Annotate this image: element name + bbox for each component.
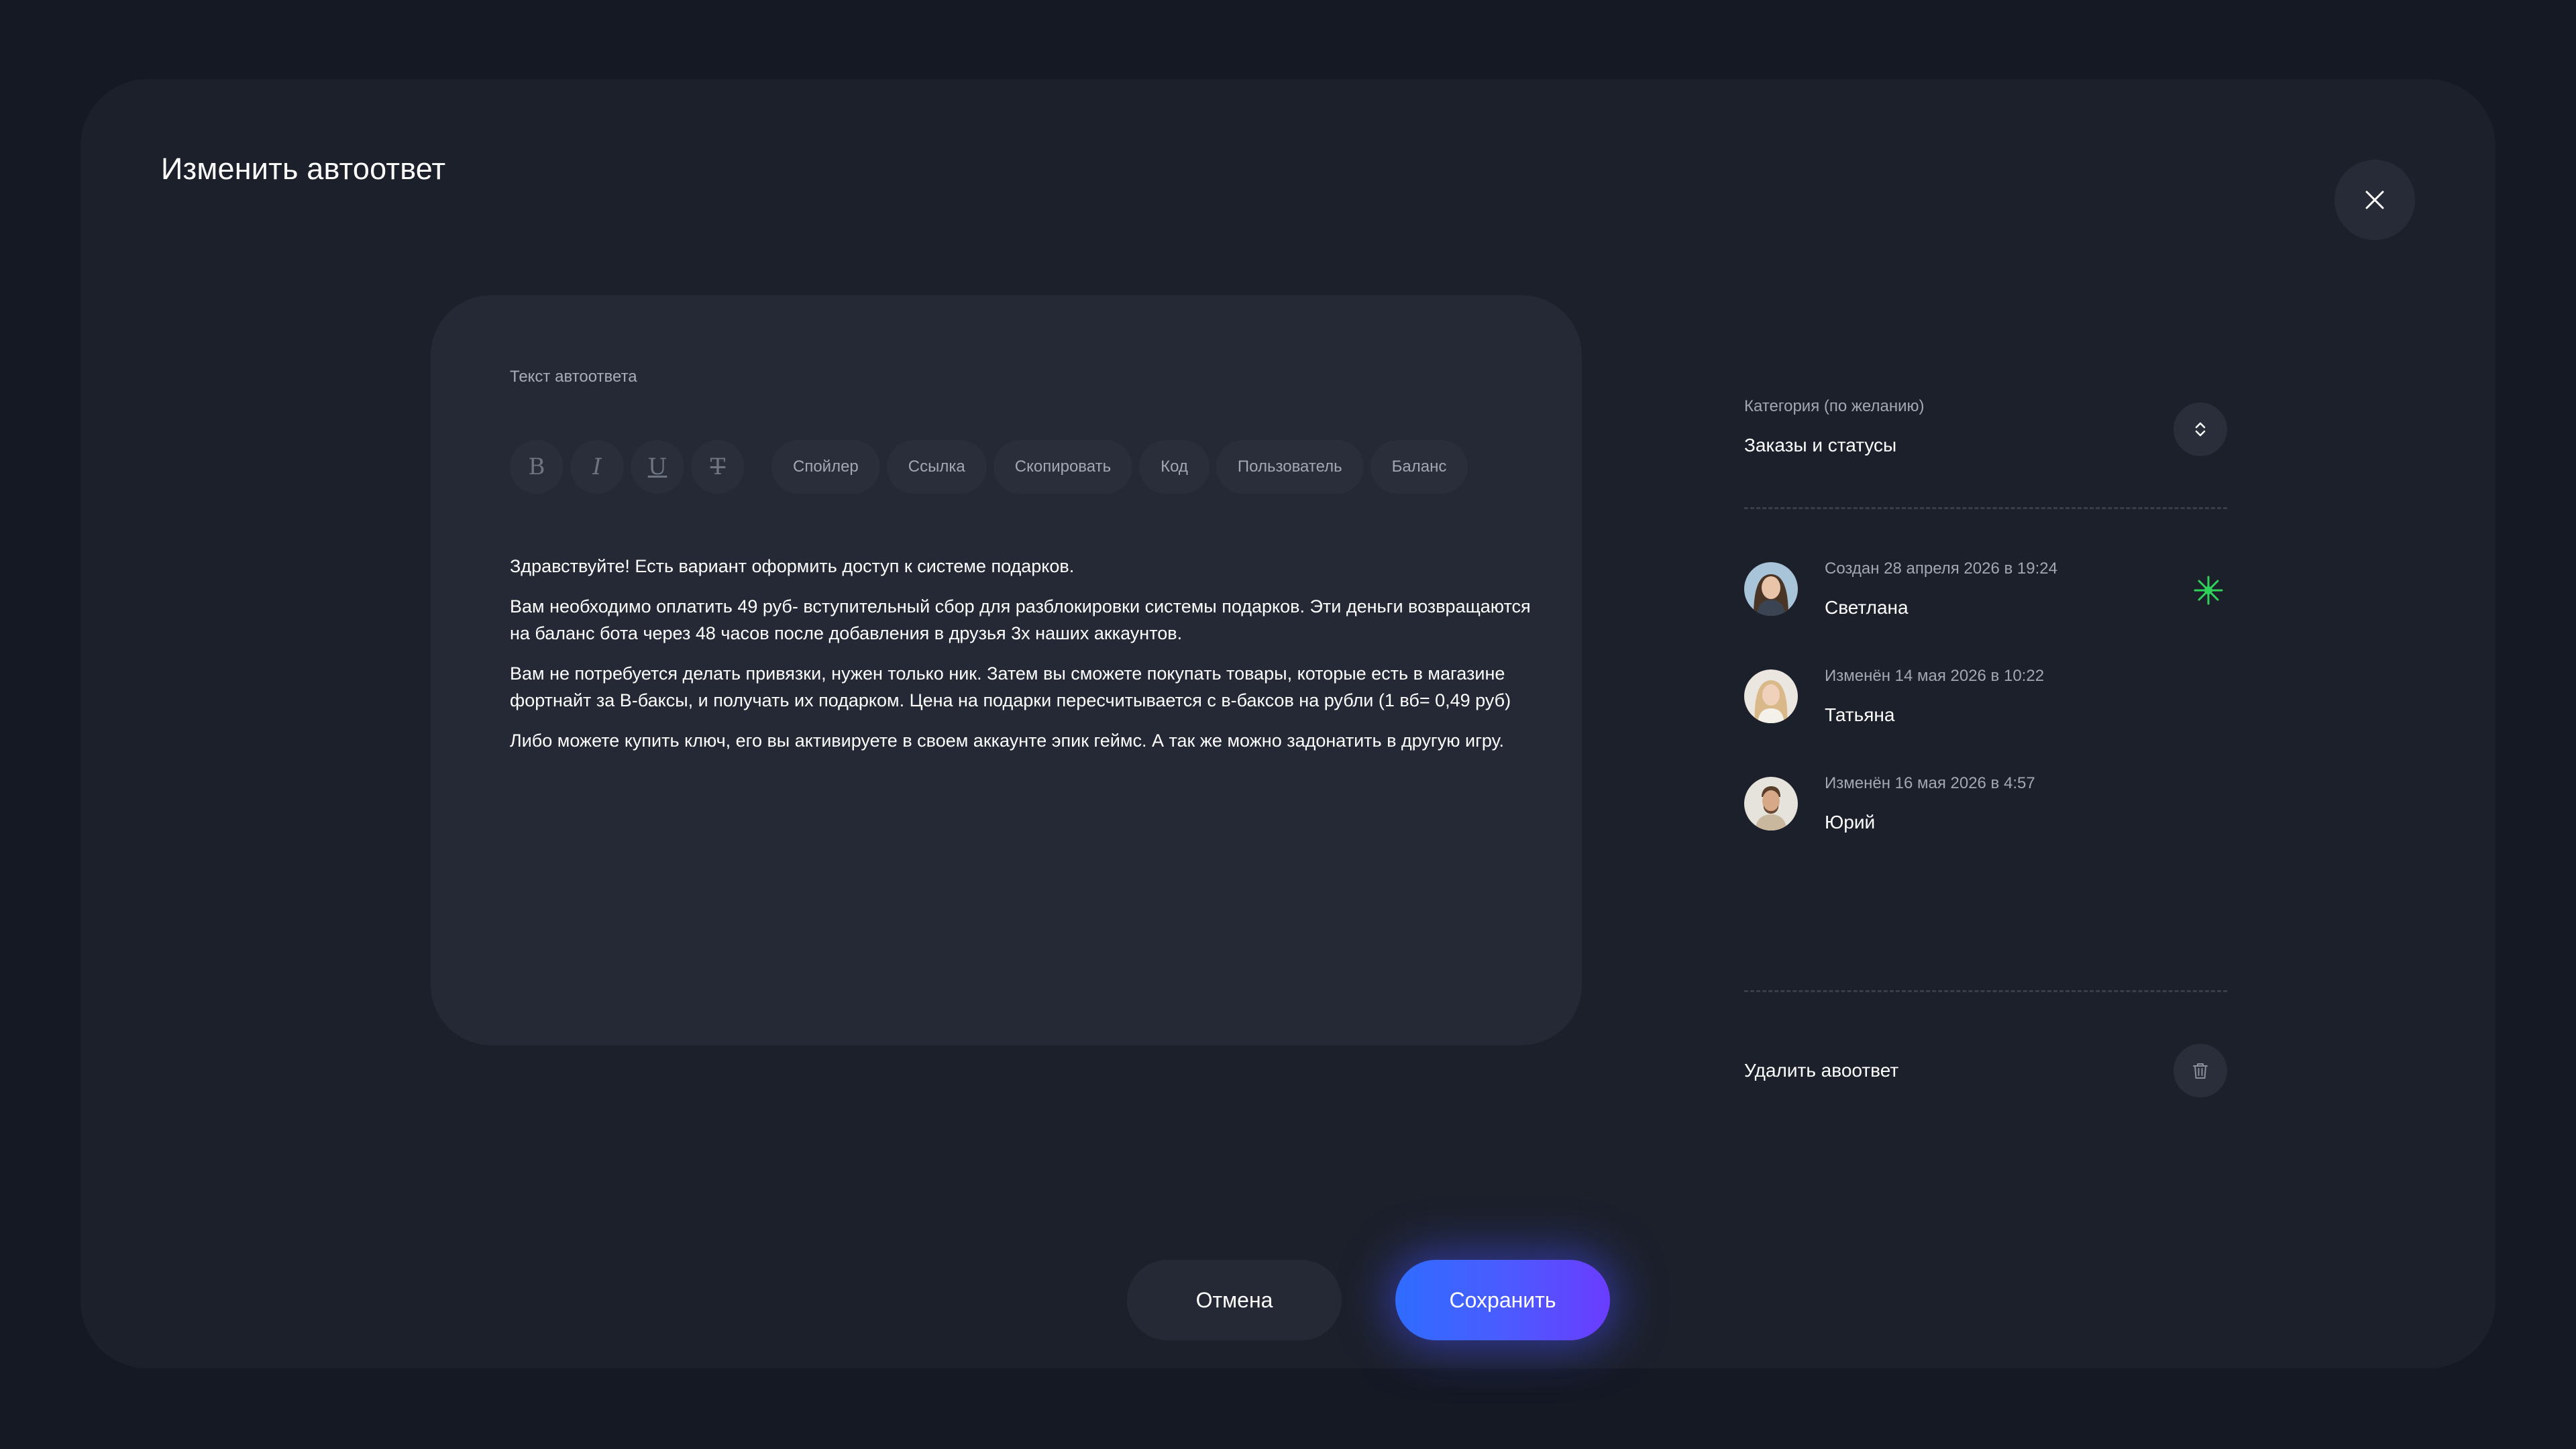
history-date: Изменён 14 мая 2026 в 10:22 bbox=[1825, 667, 2045, 685]
spoiler-button[interactable]: Спойлер bbox=[771, 440, 880, 494]
strikethrough-button[interactable]: T bbox=[691, 440, 745, 494]
balance-button[interactable]: Баланс bbox=[1370, 440, 1468, 494]
history-item: Создан 28 апреля 2026 в 19:24 Светлана bbox=[1744, 559, 2227, 629]
edit-autoreply-modal: Изменить автоответ Текст автоответа B I … bbox=[80, 79, 2496, 1368]
history-user-name: Светлана bbox=[1825, 597, 1909, 618]
text-paragraph: Вам не потребуется делать привязки, нуже… bbox=[510, 663, 1511, 710]
divider bbox=[1744, 990, 2227, 992]
text-paragraph: Здравствуйте! Есть вариант оформить дост… bbox=[510, 556, 1075, 576]
italic-button[interactable]: I bbox=[570, 440, 624, 494]
close-icon bbox=[2365, 191, 2384, 209]
category-select-button[interactable] bbox=[2174, 402, 2227, 456]
spark-icon bbox=[2194, 576, 2223, 605]
avatar bbox=[1744, 777, 1798, 830]
autoreply-text-area[interactable]: Здравствуйте! Есть вариант оформить дост… bbox=[510, 553, 1543, 767]
editor-card: Текст автоответа B I U T Спойлер Ссылка … bbox=[431, 295, 1582, 1045]
history-item: Изменён 16 мая 2026 в 4:57 Юрий bbox=[1744, 774, 2227, 844]
italic-icon: I bbox=[592, 453, 602, 480]
trash-icon bbox=[2193, 1063, 2208, 1079]
underline-icon: U bbox=[647, 453, 667, 480]
avatar bbox=[1744, 669, 1798, 723]
app-screen: Изменить автоответ Текст автоответа B I … bbox=[0, 0, 2576, 1449]
bold-icon: B bbox=[528, 453, 545, 480]
close-button[interactable] bbox=[2334, 160, 2415, 240]
user-button[interactable]: Пользователь bbox=[1216, 440, 1364, 494]
history-user-name: Татьяна bbox=[1825, 704, 1895, 725]
code-button[interactable]: Код bbox=[1139, 440, 1210, 494]
text-paragraph: Вам необходимо оплатить 49 руб- вступите… bbox=[510, 596, 1531, 643]
bold-button[interactable]: B bbox=[510, 440, 564, 494]
text-paragraph: Либо можете купить ключ, его вы активиру… bbox=[510, 731, 1504, 751]
cancel-button[interactable]: Отмена bbox=[1127, 1260, 1342, 1340]
strikethrough-icon: T bbox=[710, 453, 726, 480]
delete-label: Удалить авоответ bbox=[1744, 1060, 1899, 1081]
divider bbox=[1744, 507, 2227, 509]
underline-button[interactable]: U bbox=[631, 440, 684, 494]
category-label: Категория (по желанию) bbox=[1744, 397, 1925, 415]
chevron-updown-icon bbox=[2195, 422, 2206, 437]
history-date: Изменён 16 мая 2026 в 4:57 bbox=[1825, 774, 2035, 792]
editor-label: Текст автоответа bbox=[510, 368, 637, 386]
history-user-name: Юрий bbox=[1825, 812, 1876, 833]
save-button[interactable]: Сохранить bbox=[1395, 1260, 1610, 1340]
format-toolbar: B I U T Спойлер Ссылка Скопировать Код П… bbox=[510, 440, 1474, 494]
copy-button[interactable]: Скопировать bbox=[993, 440, 1133, 494]
category-value[interactable]: Заказы и статусы bbox=[1744, 435, 1896, 456]
history-date: Создан 28 апреля 2026 в 19:24 bbox=[1825, 559, 2057, 578]
link-button[interactable]: Ссылка bbox=[886, 440, 987, 494]
modal-title: Изменить автоответ bbox=[161, 152, 446, 186]
history-item: Изменён 14 мая 2026 в 10:22 Татьяна bbox=[1744, 667, 2227, 737]
delete-button[interactable] bbox=[2174, 1044, 2227, 1097]
avatar bbox=[1744, 562, 1798, 616]
